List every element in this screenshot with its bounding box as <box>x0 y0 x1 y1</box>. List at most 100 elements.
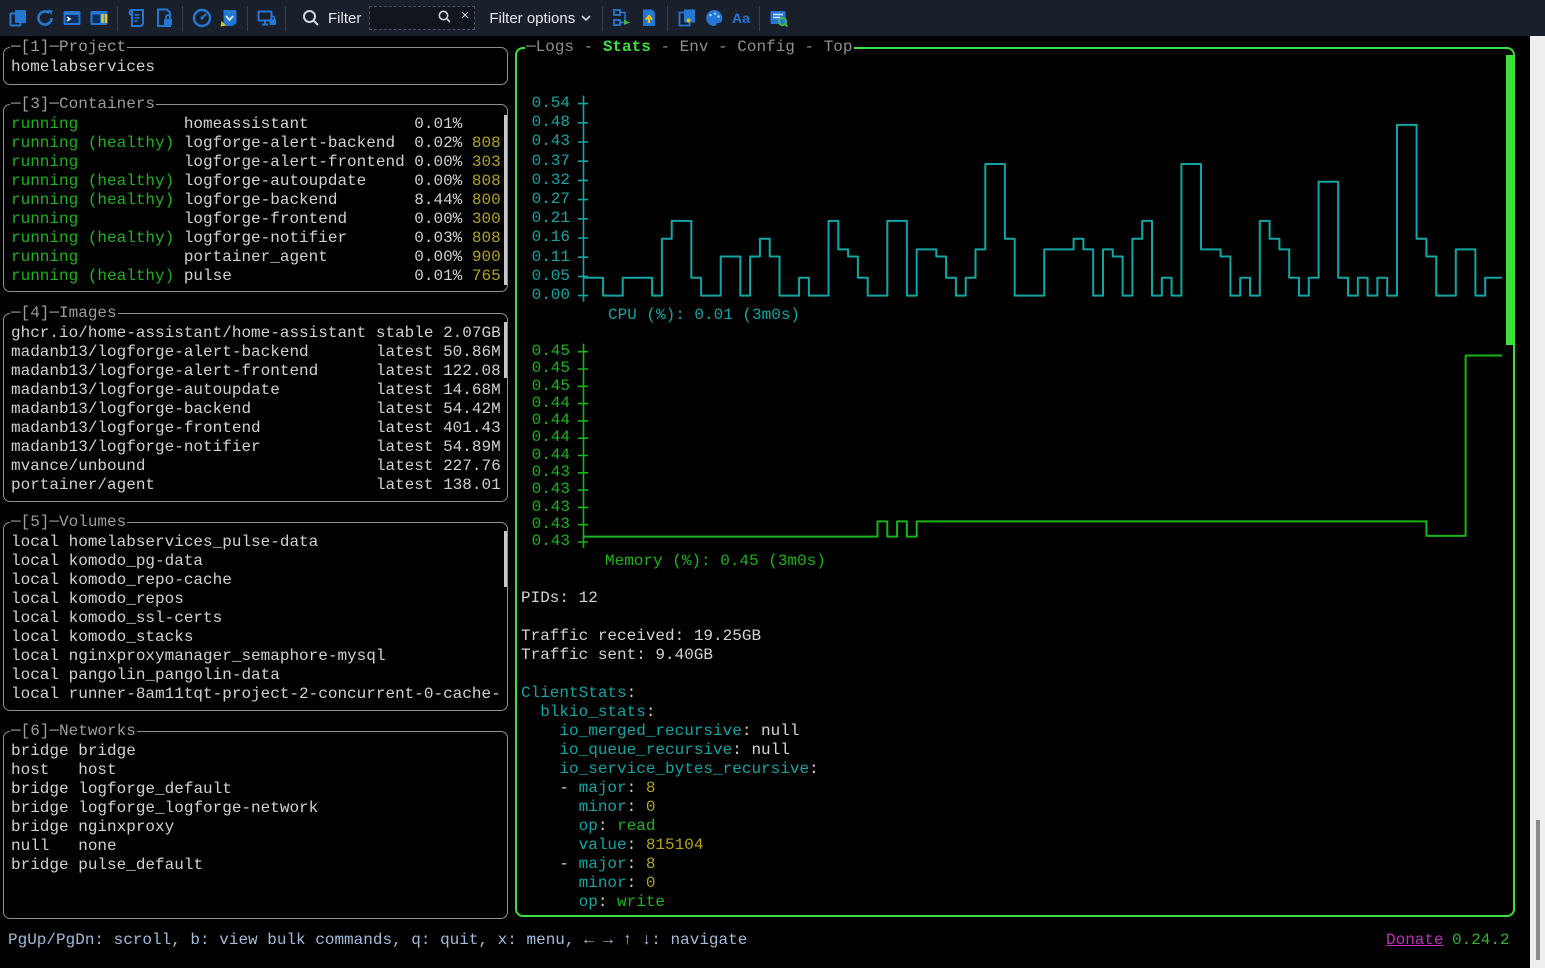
container-row[interactable]: running (healthy) pulse 0.01% 765 <box>11 267 502 286</box>
volume-row[interactable]: local pangolin_pangolin-data <box>11 666 502 685</box>
container-row[interactable]: running (healthy) logforge-alert-backend… <box>11 134 502 153</box>
stats-panel[interactable]: ─Logs - Stats - Env - Config - Top 0.540… <box>515 47 1515 917</box>
image-tag: latest <box>376 419 443 437</box>
network-row[interactable]: host host <box>11 761 502 780</box>
volumes-panel[interactable]: ─[5]─Volumes local homelabservices_pulse… <box>3 522 508 711</box>
image-row[interactable]: madanb13/logforge-autoupdate latest 14.6… <box>11 381 502 400</box>
image-row[interactable]: madanb13/logforge-frontend latest 401.43 <box>11 419 502 438</box>
clear-filter-icon[interactable]: × <box>461 7 470 24</box>
console-pause-icon[interactable] <box>85 5 112 32</box>
image-row[interactable]: madanb13/logforge-alert-frontend latest … <box>11 362 502 381</box>
network-driver: bridge <box>11 799 78 817</box>
volume-row[interactable]: local nginxproxymanager_semaphore-mysql <box>11 647 502 666</box>
image-size: 138.01 <box>443 476 501 494</box>
networks-panel[interactable]: ─[6]─Networks bridge bridgehost hostbrid… <box>3 731 508 919</box>
image-tag: latest <box>376 343 443 361</box>
volume-row[interactable]: local komodo_stacks <box>11 628 502 647</box>
reconnect-icon[interactable] <box>31 5 58 32</box>
toolbar-separator <box>602 6 603 31</box>
container-port: 900 <box>472 248 501 266</box>
file-import-icon[interactable] <box>673 5 700 32</box>
save-icon[interactable] <box>215 5 242 32</box>
tab-logs[interactable]: Logs <box>536 38 574 56</box>
project-panel[interactable]: ─[1]─Project homelabservices <box>3 47 508 85</box>
volume-name: komodo_stacks <box>69 628 194 646</box>
volume-driver: local <box>11 628 69 646</box>
donate-link[interactable]: Donate <box>1386 931 1444 949</box>
image-name: madanb13/logforge-notifier <box>11 438 376 456</box>
containers-scrollbar[interactable] <box>504 115 507 285</box>
project-name[interactable]: homelabservices <box>11 58 502 77</box>
container-row[interactable]: running homeassistant 0.01% <box>11 115 502 134</box>
network-row[interactable]: null none <box>11 837 502 856</box>
container-row[interactable]: running (healthy) logforge-backend 8.44%… <box>11 191 502 210</box>
console-icon[interactable] <box>58 5 85 32</box>
images-panel[interactable]: ─[4]─Images ghcr.io/home-assistant/home-… <box>3 313 508 502</box>
container-row[interactable]: running (healthy) logforge-notifier 0.03… <box>11 229 502 248</box>
y-tick-label: 0.05 <box>518 267 570 286</box>
gauge-icon[interactable] <box>188 5 215 32</box>
container-status: running (healthy) <box>11 172 184 190</box>
log-search-icon[interactable] <box>765 5 792 32</box>
volume-row[interactable]: local homelabservices_pulse-data <box>11 533 502 552</box>
palette-icon[interactable] <box>700 5 727 32</box>
filter-input[interactable] <box>369 6 475 30</box>
container-name: logforge-alert-frontend <box>184 153 414 171</box>
volumes-scrollbar[interactable] <box>504 531 507 587</box>
container-row[interactable]: running portainer_agent 0.00% 900 <box>11 248 502 267</box>
image-row[interactable]: madanb13/logforge-notifier latest 54.89M <box>11 438 502 457</box>
toolbar-separator <box>759 6 760 31</box>
y-tick-label: 0.27 <box>518 190 570 209</box>
file-upload-icon[interactable] <box>635 5 662 32</box>
network-name: nginxproxy <box>78 818 174 836</box>
image-row[interactable]: madanb13/logforge-alert-backend latest 5… <box>11 343 502 362</box>
image-row[interactable]: mvance/unbound latest 227.76 <box>11 457 502 476</box>
tab-stats[interactable]: Stats <box>603 38 651 56</box>
images-scrollbar[interactable] <box>504 322 507 378</box>
image-size: 227.76 <box>443 457 501 475</box>
script-icon[interactable] <box>123 5 150 32</box>
image-row[interactable]: portainer/agent latest 138.01 <box>11 476 502 495</box>
container-name: logforge-frontend <box>184 210 414 228</box>
image-row[interactable]: madanb13/logforge-backend latest 54.42M <box>11 400 502 419</box>
window-scrollbar-thumb[interactable] <box>1536 820 1540 960</box>
volume-row[interactable]: local runner-8am11tqt-project-2-concurre… <box>11 685 502 704</box>
filter-input-wrap: × <box>369 6 475 30</box>
container-row[interactable]: running logforge-alert-frontend 0.00% 30… <box>11 153 502 172</box>
input-search-icon <box>437 9 453 30</box>
tab-config[interactable]: Config <box>737 38 795 56</box>
containers-panel[interactable]: ─[3]─Containers running homeassistant 0.… <box>3 104 508 292</box>
filter-options-dropdown[interactable]: Filter options <box>489 10 591 27</box>
network-row[interactable]: bridge logforge_default <box>11 780 502 799</box>
stats-text: PIDs: 12 Traffic received: 19.25GBTraffi… <box>521 589 819 912</box>
y-tick-label: 0.43 <box>518 516 570 533</box>
window-scrollbar-track[interactable] <box>1530 36 1545 968</box>
deploy-tree-icon[interactable] <box>608 5 635 32</box>
volume-driver: local <box>11 552 69 570</box>
tab-env[interactable]: Env <box>680 38 709 56</box>
tab-top[interactable]: Top <box>824 38 853 56</box>
container-status: running (healthy) <box>11 134 184 152</box>
stats-scrollbar[interactable] <box>1506 55 1514 345</box>
container-row[interactable]: running logforge-frontend 0.00% 300 <box>11 210 502 229</box>
network-name: logforge_logforge-network <box>78 799 318 817</box>
volume-row[interactable]: local komodo_repos <box>11 590 502 609</box>
container-port: 808 <box>472 229 501 247</box>
network-row[interactable]: bridge nginxproxy <box>11 818 502 837</box>
copy-icon[interactable] <box>4 5 31 32</box>
image-size: 54.89M <box>443 438 501 456</box>
container-row[interactable]: running (healthy) logforge-autoupdate 0.… <box>11 172 502 191</box>
container-cpu: 0.00% <box>414 172 472 190</box>
font-icon[interactable]: Aa <box>727 5 754 32</box>
volume-row[interactable]: local komodo_ssl-certs <box>11 609 502 628</box>
stats-line: minor: 0 <box>521 798 819 817</box>
y-tick-label: 0.44 <box>518 412 570 429</box>
document-lock-icon[interactable] <box>150 5 177 32</box>
volume-row[interactable]: local komodo_repo-cache <box>11 571 502 590</box>
volume-row[interactable]: local komodo_pg-data <box>11 552 502 571</box>
network-lock-icon[interactable] <box>253 5 280 32</box>
image-row[interactable]: ghcr.io/home-assistant/home-assistant st… <box>11 324 502 343</box>
network-row[interactable]: bridge logforge_logforge-network <box>11 799 502 818</box>
network-row[interactable]: bridge bridge <box>11 742 502 761</box>
network-row[interactable]: bridge pulse_default <box>11 856 502 875</box>
